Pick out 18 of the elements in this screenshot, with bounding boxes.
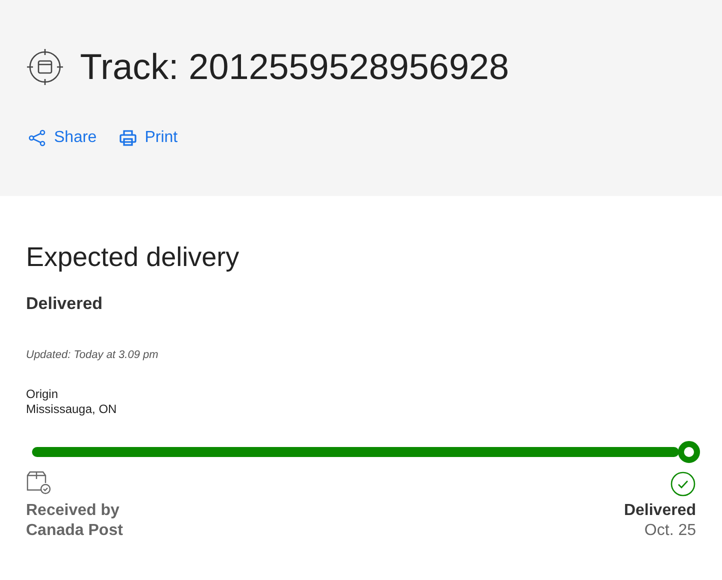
target-icon [26, 48, 64, 86]
milestone-date: Oct. 25 [644, 521, 696, 541]
milestone-label: Canada Post [26, 521, 123, 541]
origin-label: Origin [26, 387, 60, 402]
origin-text: Mississauga, ON [26, 402, 118, 417]
print-link[interactable]: Print [118, 126, 178, 150]
delivery-status: Delivered [26, 293, 104, 315]
package-check-icon [26, 471, 52, 495]
share-link[interactable]: Share [28, 126, 97, 150]
end-marker [678, 441, 700, 463]
milestone-label: Received by [26, 501, 120, 521]
page-title: Track: 2012559528956928 [80, 49, 510, 85]
check-circle-icon [670, 471, 696, 497]
updated-text: Updated: Today at 3.09 pm [26, 348, 160, 362]
print-icon [118, 129, 137, 147]
milestone-status: Delivered [624, 501, 696, 521]
section-heading: Expected delivery [26, 244, 240, 271]
share-icon [28, 129, 46, 147]
